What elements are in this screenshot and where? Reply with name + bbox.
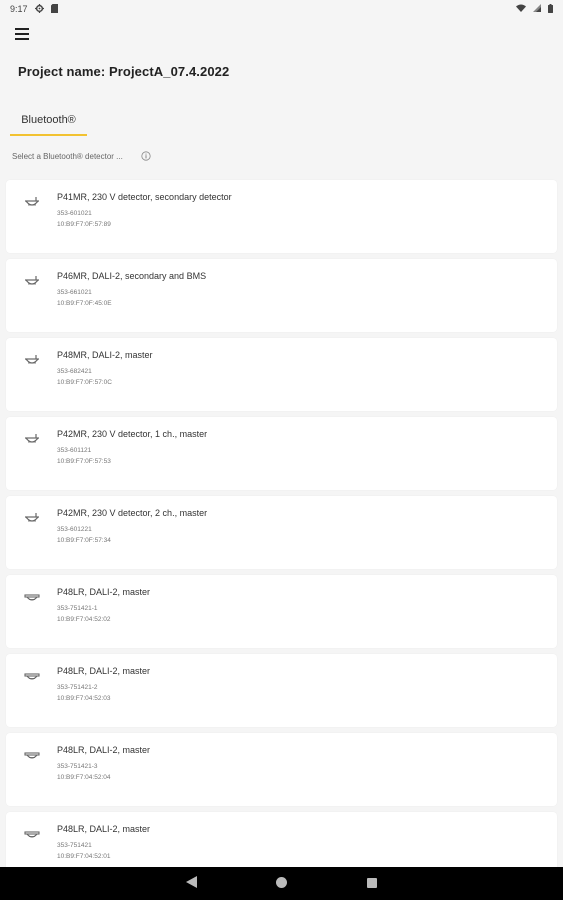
ceiling-detector-icon — [22, 194, 42, 214]
sd-card-icon — [50, 3, 58, 15]
app-bar — [0, 18, 563, 58]
device-address: 10:B9:F7:04:52:02 — [57, 616, 111, 623]
device-card-3[interactable]: P48MR, DALI-2, master 353-682421 10:B9:F… — [6, 338, 557, 411]
device-code: 353-751421-3 — [57, 763, 98, 770]
device-code: 353-601121 — [57, 447, 92, 454]
device-card-8[interactable]: P48LR, DALI-2, master 353-751421-3 10:B9… — [6, 733, 557, 806]
device-code: 353-601021 — [57, 210, 92, 217]
device-list: P41MR, 230 V detector, secondary detecto… — [6, 180, 557, 891]
flat-detector-icon — [22, 668, 42, 688]
back-icon — [186, 875, 197, 893]
signal-icon — [533, 4, 541, 14]
ceiling-detector-icon — [22, 510, 42, 530]
device-name: P42MR, 230 V detector, 2 ch., master — [57, 508, 208, 518]
device-card-4[interactable]: P42MR, 230 V detector, 1 ch., master 353… — [6, 417, 557, 490]
device-name: P41MR, 230 V detector, secondary detecto… — [57, 192, 232, 202]
device-name: P46MR, DALI-2, secondary and BMS — [57, 271, 207, 281]
device-address: 10:B9:F7:0F:57:89 — [57, 221, 111, 228]
device-name: P48MR, DALI-2, master — [57, 350, 153, 360]
info-icon[interactable] — [141, 151, 151, 161]
device-code: 353-751421-1 — [57, 605, 98, 612]
home-icon — [276, 875, 287, 893]
flat-detector-icon — [22, 589, 42, 609]
device-code: 353-682421 — [57, 368, 92, 375]
ceiling-detector-icon — [22, 273, 42, 293]
back-button[interactable] — [182, 874, 202, 894]
device-address: 10:B9:F7:0F:57:53 — [57, 458, 111, 465]
page-title: Project name: ProjectA_07.4.2022 — [18, 64, 230, 79]
status-bar: 9:17 — [0, 0, 563, 18]
device-address: 10:B9:F7:04:52:01 — [57, 853, 111, 860]
recents-button[interactable] — [362, 874, 382, 894]
ceiling-detector-icon — [22, 352, 42, 372]
device-address: 10:B9:F7:0F:45:0E — [57, 300, 112, 307]
flat-detector-icon — [22, 747, 42, 767]
device-name: P48LR, DALI-2, master — [57, 666, 151, 676]
device-address: 10:B9:F7:04:52:03 — [57, 695, 111, 702]
ceiling-detector-icon — [22, 431, 42, 451]
hint-text: Select a Bluetooth® detector ... — [12, 151, 123, 161]
device-address: 10:B9:F7:0F:57:34 — [57, 537, 111, 544]
hamburger-menu-icon — [15, 27, 29, 45]
system-nav-bar — [0, 867, 563, 900]
device-card-2[interactable]: P46MR, DALI-2, secondary and BMS 353-661… — [6, 259, 557, 332]
menu-button[interactable] — [12, 26, 32, 46]
device-code: 353-751421-2 — [57, 684, 98, 691]
tab-bluetooth[interactable]: Bluetooth® — [10, 109, 87, 136]
device-name: P48LR, DALI-2, master — [57, 587, 151, 597]
battery-icon — [548, 3, 553, 15]
device-address: 10:B9:F7:0F:57:0C — [57, 379, 112, 386]
device-card-1[interactable]: P41MR, 230 V detector, secondary detecto… — [6, 180, 557, 253]
wifi-icon — [516, 4, 526, 14]
status-time: 9:17 — [10, 4, 28, 14]
device-card-5[interactable]: P42MR, 230 V detector, 2 ch., master 353… — [6, 496, 557, 569]
home-button[interactable] — [272, 874, 292, 894]
device-code: 353-601221 — [57, 526, 92, 533]
status-right — [516, 3, 553, 15]
device-address: 10:B9:F7:04:52:04 — [57, 774, 111, 781]
device-card-7[interactable]: P48LR, DALI-2, master 353-751421-2 10:B9… — [6, 654, 557, 727]
recents-icon — [366, 875, 377, 893]
status-left: 9:17 — [10, 3, 58, 15]
device-name: P48LR, DALI-2, master — [57, 745, 151, 755]
device-code: 353-661021 — [57, 289, 92, 296]
flat-detector-icon — [22, 826, 42, 846]
gear-icon — [34, 3, 44, 15]
device-code: 353-751421 — [57, 842, 92, 849]
device-name: P42MR, 230 V detector, 1 ch., master — [57, 429, 208, 439]
device-card-6[interactable]: P48LR, DALI-2, master 353-751421-1 10:B9… — [6, 575, 557, 648]
hint-row: Select a Bluetooth® detector ... — [12, 151, 151, 161]
device-name: P48LR, DALI-2, master — [57, 824, 151, 834]
